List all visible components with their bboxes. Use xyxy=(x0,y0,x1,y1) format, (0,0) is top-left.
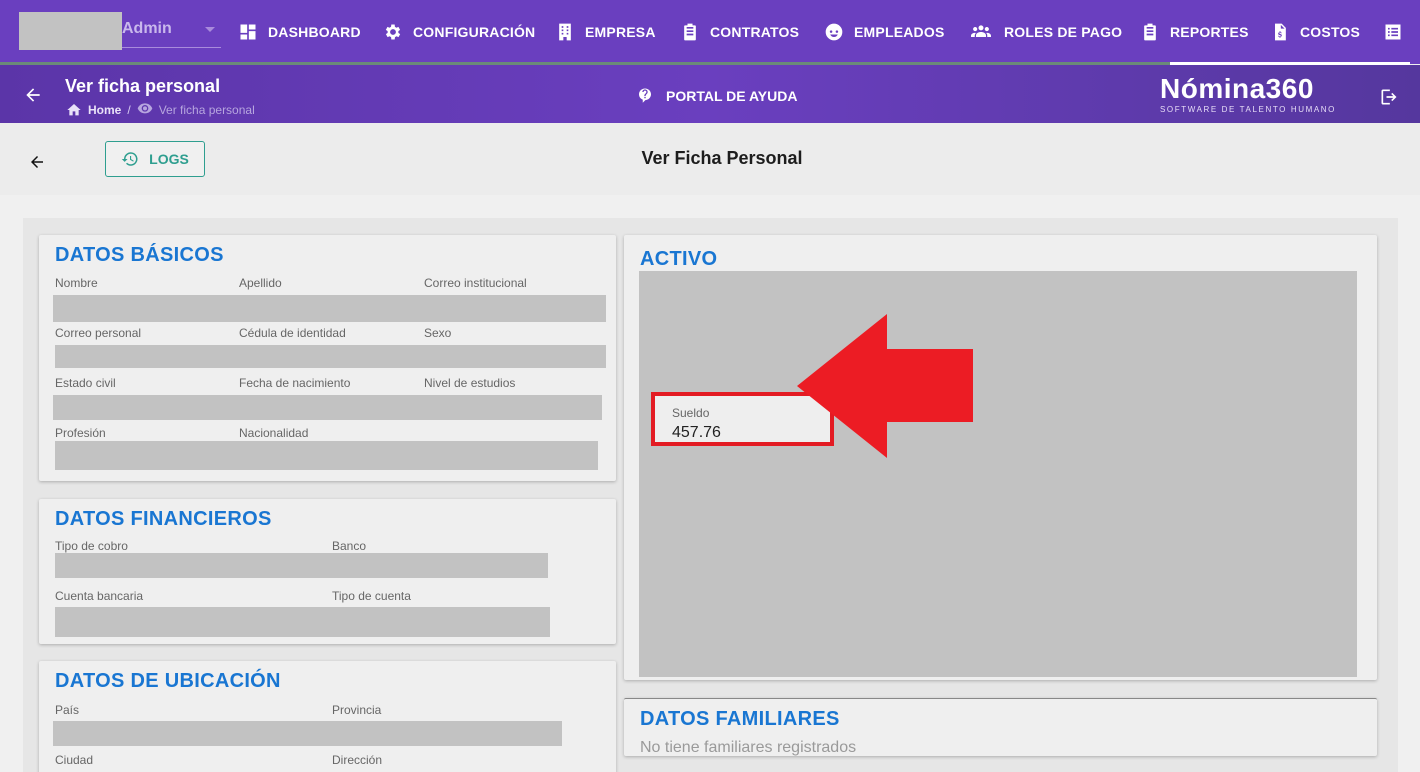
field-label: Nacionalidad xyxy=(239,426,309,440)
nav-item-label: EMPLEADOS xyxy=(854,24,945,40)
nav-item-costos[interactable]: COSTOS xyxy=(1270,0,1360,64)
nav-item-label: ROLES DE PAGO xyxy=(1004,24,1123,40)
breadcrumb-separator: / xyxy=(127,102,131,117)
gear-icon xyxy=(385,24,401,40)
nav-item-roles-de-pago[interactable]: ROLES DE PAGO xyxy=(968,0,1122,64)
field-label: Correo personal xyxy=(55,326,142,340)
redacted-field xyxy=(55,345,606,368)
top-navbar: Admin DASHBOARD CONFIGURACIÓN EMPRESA CO… xyxy=(0,0,1420,65)
list-icon xyxy=(1385,24,1401,40)
user-name: Admin xyxy=(122,20,172,37)
help-label: PORTAL DE AYUDA xyxy=(666,88,798,104)
redacted-area: Sueldo 457.76 xyxy=(639,271,1357,677)
sueldo-value: 457.76 xyxy=(672,424,721,441)
dashboard-icon xyxy=(240,24,256,40)
brand-tagline: SOFTWARE DE TALENTO HUMANO xyxy=(1160,105,1336,114)
help-icon xyxy=(639,88,651,103)
field-label: Tipo de cobro xyxy=(55,539,128,553)
field-label: Ciudad xyxy=(55,753,94,767)
redacted-field xyxy=(55,553,548,578)
help-portal-link[interactable]: PORTAL DE AYUDA xyxy=(636,87,797,105)
nav-item-contratos[interactable]: CONTRATOS xyxy=(680,0,799,64)
section-title: DATOS BÁSICOS xyxy=(55,244,224,266)
field-label: País xyxy=(55,703,80,717)
red-arrow-annotation xyxy=(797,314,973,458)
field-label: Tipo de cuenta xyxy=(332,589,411,603)
breadcrumb-home[interactable]: Home xyxy=(88,103,121,117)
empty-family-message: No tiene familiares registrados xyxy=(640,739,857,756)
content-area: DATOS BÁSICOS Nombre Apellido Correo ins… xyxy=(23,218,1398,772)
nav-item-label: REPORTES xyxy=(1170,24,1249,40)
logout-icon[interactable] xyxy=(1379,87,1399,107)
page-title: Ver ficha personal xyxy=(65,76,221,96)
form-title: Ver Ficha Personal xyxy=(641,148,803,168)
card-datos-familiares: DATOS FAMILIARES No tiene familiares reg… xyxy=(624,698,1377,756)
nav-item-label: DASHBOARD xyxy=(268,24,361,40)
group-icon xyxy=(971,25,991,37)
section-title: DATOS FAMILIARES xyxy=(640,708,840,730)
field-label: Provincia xyxy=(332,703,382,717)
breadcrumb-current: Ver ficha personal xyxy=(158,102,255,117)
redacted-field xyxy=(53,395,602,420)
nav-item-dashboard[interactable]: DASHBOARD xyxy=(238,0,361,64)
sueldo-label: Sueldo xyxy=(672,406,710,420)
nav-item-label: CONFIGURACIÓN xyxy=(413,24,536,40)
back-arrow-icon[interactable] xyxy=(22,85,44,105)
building-icon xyxy=(559,23,571,41)
avatar xyxy=(19,12,122,50)
nav-item-reportes[interactable]: REPORTES xyxy=(1140,0,1249,64)
field-label: Correo institucional xyxy=(424,276,527,290)
field-label: Estado civil xyxy=(55,376,116,390)
field-label: Cédula de identidad xyxy=(239,326,346,340)
brand-name: Nómina360 xyxy=(1160,73,1314,104)
field-label: Profesión xyxy=(55,426,106,440)
brand-logo: Nómina360 SOFTWARE DE TALENTO HUMANO xyxy=(1160,73,1336,115)
card-datos-basicos: DATOS BÁSICOS Nombre Apellido Correo ins… xyxy=(39,235,616,481)
field-label: Fecha de nacimiento xyxy=(239,376,351,390)
nav-item-configuracion[interactable]: CONFIGURACIÓN xyxy=(383,0,535,64)
chevron-down-icon xyxy=(205,27,215,32)
card-activo: ACTIVO Sueldo 457.76 xyxy=(624,235,1377,680)
clipboard-icon xyxy=(1144,23,1156,41)
section-title: DATOS DE UBICACIÓN xyxy=(55,670,281,692)
nav-item-label: COSTOS xyxy=(1300,24,1361,40)
field-label: Sexo xyxy=(424,326,452,340)
invoice-icon xyxy=(1275,23,1286,41)
user-selector[interactable]: Admin xyxy=(19,12,221,50)
nav-item-more[interactable] xyxy=(1383,0,1403,64)
home-icon xyxy=(67,103,81,115)
nav-item-empleados[interactable]: EMPLEADOS xyxy=(824,0,944,64)
page-header: Ver ficha personal Home / Ver ficha pers… xyxy=(0,65,1420,123)
field-label: Cuenta bancaria xyxy=(55,589,144,603)
redacted-field xyxy=(53,295,606,322)
field-label: Apellido xyxy=(239,276,282,290)
redacted-field xyxy=(55,607,550,637)
nav-item-empresa[interactable]: EMPRESA xyxy=(555,0,656,64)
breadcrumb: Home / Ver ficha personal xyxy=(66,100,255,119)
field-label: Nivel de estudios xyxy=(424,376,516,390)
field-label: Nombre xyxy=(55,276,98,290)
card-datos-ubicacion: DATOS DE UBICACIÓN País Provincia Ciudad… xyxy=(39,661,616,772)
clipboard-icon xyxy=(684,23,696,41)
eye-icon xyxy=(137,103,153,114)
card-datos-financieros: DATOS FINANCIEROS Tipo de cobro Banco Cu… xyxy=(39,499,616,644)
field-label: Banco xyxy=(332,539,367,553)
section-title: DATOS FINANCIEROS xyxy=(55,508,272,530)
section-title: ACTIVO xyxy=(640,248,718,270)
page-toolbar: LOGS Ver Ficha Personal xyxy=(0,123,1420,195)
redacted-field xyxy=(55,441,598,470)
redacted-field xyxy=(53,721,562,746)
face-icon xyxy=(825,23,843,41)
nav-item-label: CONTRATOS xyxy=(710,24,800,40)
nav-item-label: EMPRESA xyxy=(585,24,656,40)
field-label: Dirección xyxy=(332,753,383,767)
